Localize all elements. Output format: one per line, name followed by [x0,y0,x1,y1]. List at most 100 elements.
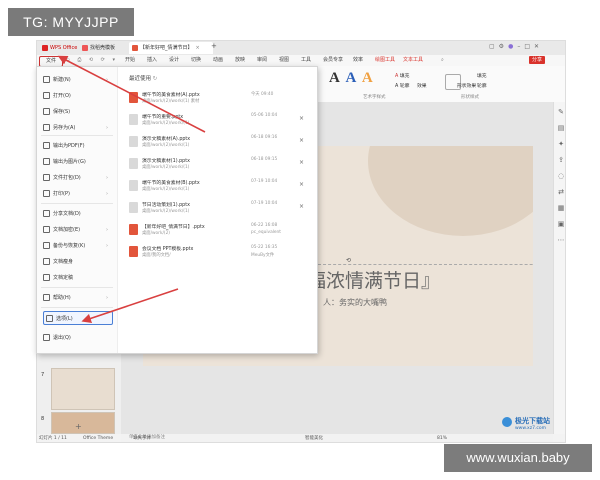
file-menu-item-save-as[interactable]: 另存为(A) › [41,121,111,135]
wordart-style-3[interactable]: A [362,70,373,86]
close-window-icon[interactable]: ✕ [534,43,543,50]
file-menu-item-options[interactable]: 选项(L) [43,311,113,325]
tab-wps-office[interactable]: WPS Office [39,42,81,54]
menu-member[interactable]: 会员专享 [323,55,343,66]
notes-area[interactable]: 单击此处添加备注 [121,434,553,442]
backup-icon [43,242,50,249]
file-menu-item-save[interactable]: 保存(S) [41,105,111,119]
effect-label: 效果 [417,84,427,89]
comment-icon[interactable]: ◌ [557,172,565,180]
zoom-level[interactable]: 81% [437,434,447,442]
share-button[interactable]: 分享 [529,56,546,64]
new-tab-button[interactable]: + [211,42,217,50]
file-menu-item-export-pdf[interactable]: 输出为PDF(F) [41,139,111,153]
remove-recent-icon[interactable]: × [299,159,304,166]
pptx-file-icon [129,246,138,257]
file-menu-item-label: 打印(P) [53,191,70,197]
file-menu-item-backup[interactable]: 备份与恢复(K) › [41,239,111,253]
menu-tools[interactable]: 工具 [301,55,311,66]
close-icon[interactable]: × [196,45,200,51]
menu-drawing-tools[interactable]: 绘图工具 [375,55,395,66]
menu-transition[interactable]: 切换 [191,55,201,66]
settings-icon[interactable]: ⚙ [499,43,508,50]
text-effect[interactable]: 效果 [417,82,427,89]
avatar-icon[interactable]: ● [508,43,517,50]
layout-icon[interactable]: ▣ [557,220,565,228]
file-menu-item-finalize[interactable]: 文档定稿 [41,271,111,285]
refresh-icon[interactable]: ↻ [153,76,158,82]
file-menu-item-slim[interactable]: 文档瘦身 [41,255,111,269]
status-font[interactable]: 缺失字体 [133,434,151,442]
menu-start[interactable]: 开始 [125,55,135,66]
file-menu-item-exit[interactable]: 退出(Q) [41,331,111,345]
recent-file-row[interactable]: 演示文稿素材(1).pptx 桌面/work/(2)/work/(1) 06-18 … [129,155,307,177]
file-menu-item-encrypt[interactable]: 文档加密(E) › [41,223,111,237]
file-menu-item-new[interactable]: 新建(N) › [41,73,111,87]
new-icon [43,76,50,83]
remove-recent-icon[interactable]: × [299,203,304,210]
recent-file-row[interactable]: 节日活动策划(1).pptx 桌面/work/(2)/work/(1) 07-19 … [129,199,307,221]
design-icon[interactable]: ✎ [557,108,565,116]
animation-icon[interactable]: ✦ [557,140,565,148]
shape-outline[interactable]: 轮廓 [477,82,487,89]
shape-fill[interactable]: 填充 [477,72,487,79]
file-menu-label: 文件 [45,58,56,64]
recent-file-row[interactable]: 【新年好吧_情满节日】.pptx 桌面/work/(2) 06-22 16:08 pc… [129,221,307,243]
recent-file-row[interactable]: 会议文档 PPT模板.pptx 桌面/我的文档/05-22 16:35 MeuBy文… [129,243,307,265]
grid-icon[interactable]: ▦ [557,204,565,212]
remove-recent-icon[interactable]: × [299,115,304,122]
recent-file-row[interactable]: 端午节的美食素材(B).pptx 桌面/work/(2)/work/(1) 07-1… [129,177,307,199]
recent-file-path: 桌面/work/(2)/work/(1) [142,165,190,170]
quick-access-icons[interactable]: ▭ ⎙ ⟲ ⟳ ▾ [65,55,118,66]
recent-file-row[interactable]: 演示文稿素材(A).pptx 桌面/work/(2)/work/(1) 06-18 … [129,133,307,155]
menu-slideshow[interactable]: 放映 [235,55,245,66]
add-slide-button[interactable]: + [75,422,82,431]
maximize-icon[interactable]: □ [524,43,534,50]
file-menu-item-package[interactable]: 文件打包(D) › [41,171,111,185]
recent-file-row[interactable]: 端午节的美食素材(A).pptx 桌面/work/(2)/work/(1) 素材 今… [129,89,307,111]
file-menu-item-label: 备份与恢复(K) [53,243,86,249]
smart-beautify-button[interactable]: 智能美化 [305,434,323,442]
rotate-handle-icon[interactable]: ⟲ [346,257,351,264]
layout-icon[interactable]: ▢ [489,43,499,50]
recent-file-time: 07-19 10:04 [251,201,278,206]
file-menu-item-export-image[interactable]: 输出为图片(G) [41,155,111,169]
tab-document[interactable]: 【新年好吧_情满节日】 × [129,42,213,54]
file-menu-item-print[interactable]: 打印(P) › [41,187,111,201]
wordart-style-2[interactable]: A [345,70,356,86]
wordart-style-1[interactable]: A [329,70,340,86]
text-outline[interactable]: A 轮廓 [395,82,409,89]
menu-design[interactable]: 设计 [169,55,179,66]
recent-file-location: MeuBy文件 [251,253,275,258]
remove-recent-icon[interactable]: × [299,137,304,144]
file-menu-item-open[interactable]: 打开(O) [41,89,111,103]
transition-icon[interactable]: ⇄ [557,188,565,196]
menu-efficiency[interactable]: 效率 [353,55,363,66]
menu-view[interactable]: 视图 [279,55,289,66]
text-fill[interactable]: A 填充 [395,72,409,79]
recent-file-row[interactable]: 端午节的重要.pptx 桌面/work/(2)/work/(1) 05-06 10:… [129,111,307,133]
remove-recent-icon[interactable]: × [299,181,304,188]
file-menu-item-help[interactable]: 帮助(H) › [41,291,111,305]
recent-file-name: 端午节的重要.pptx [142,115,184,120]
share-icon[interactable]: ⇪ [557,156,565,164]
tab-templates[interactable]: 找稻壳模板 [79,42,121,54]
divider [41,135,113,136]
menu-animation[interactable]: 动画 [213,55,223,66]
status-theme[interactable]: Office Theme [83,434,113,442]
slide-subtitle[interactable]: 人：务实的大嘴鸭 [323,297,387,308]
file-menu-item-share[interactable]: 分享文档(D) [41,207,111,221]
search-icon[interactable]: ⌕ [441,55,444,66]
recent-file-path: 桌面/work/(2)/work/(1) [142,143,190,148]
menu-insert[interactable]: 插入 [147,55,157,66]
format-icon[interactable]: ▤ [557,124,565,132]
recent-file-path: 桌面/work/(2)/work/(1) 素材 [142,99,200,104]
recent-file-time: 06-18 09:15 [251,157,278,162]
site-logo-sub: www.xz7.com [515,426,546,431]
shape-effect[interactable]: 形状效果 [457,82,476,89]
slide-thumbnail[interactable] [51,412,115,434]
pptx-file-icon [129,202,138,213]
menu-review[interactable]: 审阅 [257,55,267,66]
more-icon[interactable]: ⋯ [557,236,565,244]
slide-thumbnail[interactable] [51,368,115,410]
